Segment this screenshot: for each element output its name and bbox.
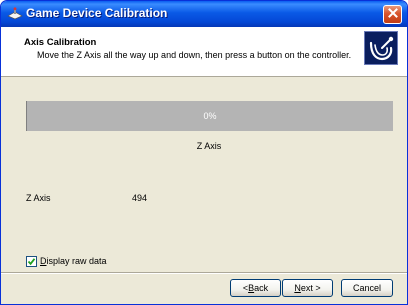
progress-percent: 0% <box>203 111 217 121</box>
page-instructions: Move the Z Axis all the way up and down,… <box>37 50 352 60</box>
back-button[interactable]: < Back <box>230 279 281 297</box>
footer-divider <box>1 272 407 274</box>
display-raw-data-option[interactable]: Display raw data <box>26 255 107 267</box>
page-title: Axis Calibration <box>24 37 97 48</box>
checkmark-icon <box>27 257 36 265</box>
title-bar[interactable]: Game Device Calibration <box>1 1 407 27</box>
display-raw-data-label: Display raw data <box>40 256 107 266</box>
window-title: Game Device Calibration <box>26 6 168 20</box>
next-button[interactable]: Next > <box>282 279 333 297</box>
raw-data-label: Z Axis <box>26 193 51 203</box>
joystick-icon <box>7 7 23 21</box>
wizard-header: Axis Calibration Move the Z Axis all the… <box>1 27 407 77</box>
close-icon <box>387 8 398 21</box>
cancel-button[interactable]: Cancel <box>341 279 393 297</box>
joystick-icon <box>364 31 398 65</box>
calibration-progress-bar: 0% <box>26 101 393 131</box>
calibration-window: Game Device Calibration Axis Calibration… <box>0 0 408 305</box>
raw-data-value: 494 <box>132 193 148 203</box>
axis-caption: Z Axis <box>196 141 222 151</box>
close-button[interactable] <box>383 5 402 24</box>
display-raw-data-checkbox[interactable] <box>26 255 37 267</box>
